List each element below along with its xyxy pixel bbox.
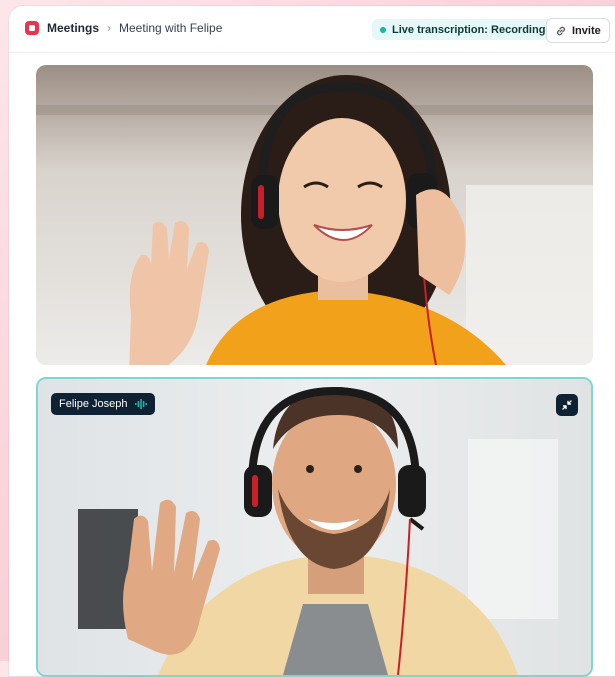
recording-dot-icon	[380, 26, 386, 33]
active-speaker-video-feed	[38, 379, 591, 675]
minimize-arrows-icon	[562, 400, 572, 410]
participant-video-feed	[36, 65, 593, 365]
invite-label: Invite	[572, 24, 601, 37]
live-transcription-label: Live transcription: Recording	[392, 23, 546, 36]
minimize-button[interactable]	[556, 394, 578, 416]
breadcrumb: Meetings › Meeting with Felipe	[25, 21, 222, 35]
live-transcription-badge[interactable]: Live transcription: Recording	[372, 19, 554, 40]
invite-button[interactable]: Invite	[546, 18, 610, 43]
top-bar: Meetings › Meeting with Felipe Live tran…	[9, 6, 615, 53]
participant-video-tile[interactable]	[36, 65, 593, 365]
audio-wave-icon	[134, 399, 147, 409]
meeting-window: Meetings › Meeting with Felipe Live tran…	[9, 6, 615, 677]
chevron-right-icon: ›	[107, 21, 112, 35]
meetings-app-icon	[25, 21, 39, 35]
breadcrumb-meetings-link[interactable]: Meetings	[47, 21, 99, 35]
participant-name: Felipe Joseph	[59, 398, 128, 410]
active-speaker-video-tile[interactable]: Felipe Joseph	[36, 377, 593, 677]
link-icon	[557, 26, 565, 35]
participant-name-tag: Felipe Joseph	[51, 393, 155, 415]
breadcrumb-current-meeting: Meeting with Felipe	[119, 21, 223, 35]
